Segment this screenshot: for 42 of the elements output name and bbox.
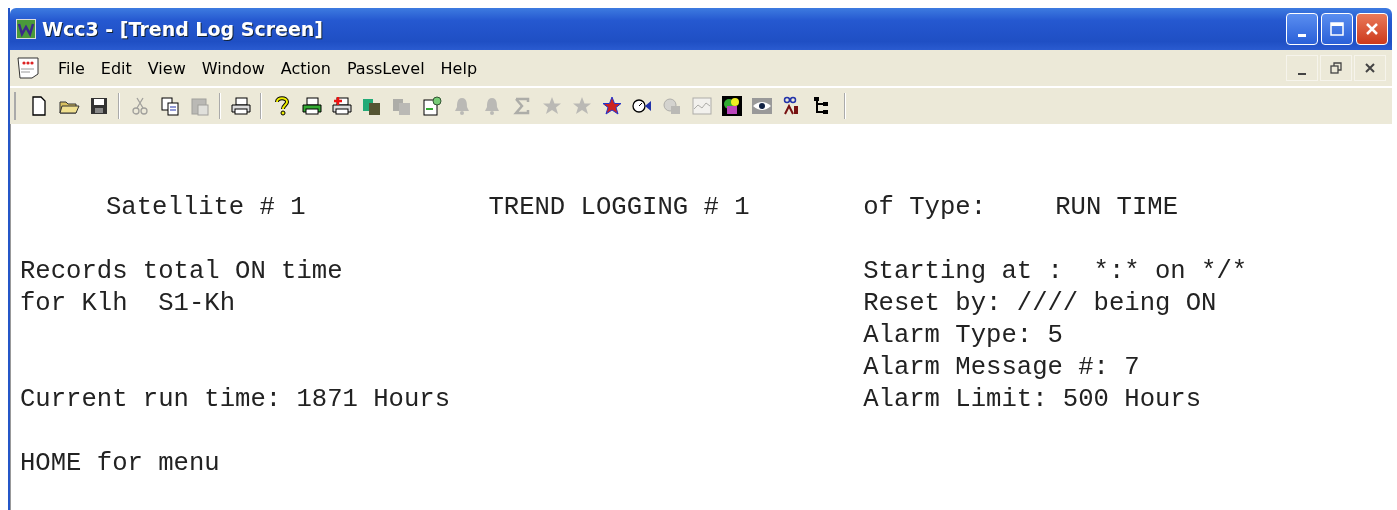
menu-item[interactable]: Window (193, 58, 273, 78)
restore-button[interactable] (1320, 55, 1352, 81)
menu-item[interactable]: Action (272, 58, 339, 78)
close-button[interactable] (1354, 55, 1386, 81)
type-label: of Type: (863, 192, 987, 224)
document-icon (420, 95, 443, 117)
maximize-icon (1330, 22, 1344, 36)
menu-item[interactable]: PassLevel (338, 58, 433, 78)
copy-icon (158, 95, 181, 117)
current-run-time: Current run time: 1871 Hours (20, 384, 452, 416)
menu-item[interactable]: Edit (92, 58, 140, 78)
schedule-line: Starting at : *:* on */* (863, 256, 1249, 288)
eye-icon (750, 95, 773, 117)
trend-logging-label: TREND LOGGING # 1 (488, 192, 751, 224)
type-value: RUN TIME (1055, 192, 1179, 224)
maximize-button[interactable] (1321, 13, 1353, 45)
menu-hint: HOME for menu (20, 448, 221, 480)
description-line: for Klh S1-Kh (20, 288, 237, 320)
document-icon[interactable] (16, 56, 40, 80)
close-icon (1365, 63, 1375, 73)
minimize-icon (1298, 33, 1306, 37)
minimize-icon (1298, 73, 1306, 75)
printer-icon (300, 95, 323, 117)
menu-item[interactable]: Help (432, 58, 486, 78)
window-title: Wcc3 - [Trend Log Screen] (42, 18, 324, 40)
clipboard-icon (188, 95, 211, 117)
satellite-label: Satellite # 1 (106, 192, 307, 224)
menu-item[interactable]: View (139, 58, 194, 78)
alarm-setting: Alarm Message #: 7 (863, 352, 1141, 384)
schedule-line: Reset by: //// being ON (863, 288, 1218, 320)
chart-icon (690, 95, 713, 117)
picture-icon (720, 95, 743, 117)
app-icon (16, 19, 36, 39)
restore-icon (1330, 62, 1342, 74)
close-icon (1365, 22, 1379, 36)
alarm-setting: Alarm Limit: 500 Hours (863, 384, 1203, 416)
printer-icon (229, 95, 252, 117)
alarm-setting: Alarm Type: 5 (863, 320, 1064, 352)
printer-icon (330, 95, 353, 117)
star-icon (600, 95, 623, 117)
menu-item[interactable]: File (50, 58, 93, 78)
description-line: Records total ON time (20, 256, 344, 288)
